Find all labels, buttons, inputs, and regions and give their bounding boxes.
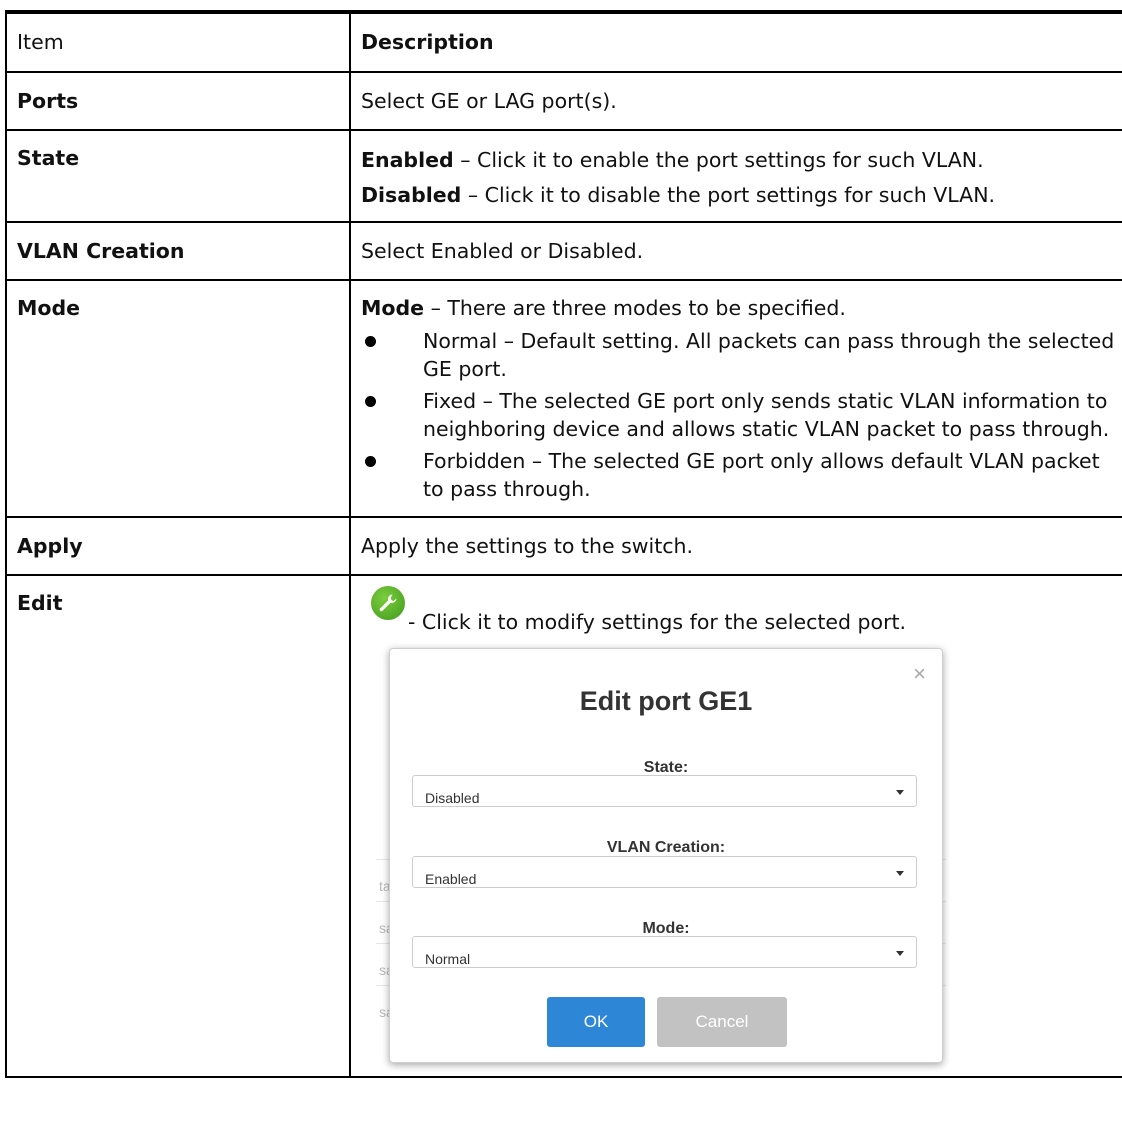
bullet-icon bbox=[365, 396, 376, 407]
table-row-state: State Enabled – Click it to enable the p… bbox=[5, 129, 1122, 223]
vlan-creation-select-value: Enabled bbox=[425, 871, 477, 887]
table-row-mode: Mode Mode – There are three modes to be … bbox=[5, 279, 1122, 518]
mode-select-value: Normal bbox=[425, 951, 471, 967]
list-item: Fixed – The selected GE port only sends … bbox=[361, 387, 1120, 443]
item-vlan-creation: VLAN Creation bbox=[5, 221, 351, 281]
item-apply: Apply bbox=[5, 516, 351, 576]
desc-mode: Mode – There are three modes to be speci… bbox=[349, 279, 1122, 518]
description-table: Item Description Ports Select GE or LAG … bbox=[5, 10, 1122, 1078]
item-state: State bbox=[5, 129, 351, 223]
header-item: Item bbox=[5, 10, 351, 73]
mode-intro: Mode – There are three modes to be speci… bbox=[361, 294, 1120, 323]
mode-bullet-fixed: Fixed – The selected GE port only sends … bbox=[423, 389, 1110, 441]
table-row-edit: Edit - Click it to modify settings for t… bbox=[5, 574, 1122, 1078]
mode-bullet-normal: Normal – Default setting. All packets ca… bbox=[423, 329, 1115, 381]
bullet-icon bbox=[365, 336, 376, 347]
mode-select[interactable]: Normal bbox=[412, 936, 917, 968]
disabled-term: Disabled bbox=[361, 183, 462, 207]
table-row-apply: Apply Apply the settings to the switch. bbox=[5, 516, 1122, 576]
edit-description: - Click it to modify settings for the se… bbox=[408, 610, 907, 634]
desc-ports: Select GE or LAG port(s). bbox=[349, 71, 1122, 131]
desc-vlan-creation: Select Enabled or Disabled. bbox=[349, 221, 1122, 281]
state-select[interactable]: Disabled bbox=[412, 775, 917, 807]
enabled-text: – Click it to enable the port settings f… bbox=[453, 148, 984, 172]
list-item: Normal – Default setting. All packets ca… bbox=[361, 327, 1120, 383]
table-row-vlan-creation: VLAN Creation Select Enabled or Disabled… bbox=[5, 221, 1122, 281]
item-ports: Ports bbox=[5, 71, 351, 131]
bullet-icon bbox=[365, 456, 376, 467]
dialog-title: Edit port GE1 bbox=[579, 686, 753, 716]
chevron-down-icon bbox=[896, 871, 904, 876]
edit-port-dialog: × Edit port GE1 State: Disabled VLAN Cre… bbox=[389, 648, 943, 1063]
chevron-down-icon bbox=[896, 790, 904, 795]
item-edit: Edit bbox=[5, 574, 351, 1078]
mode-bullet-list: Normal – Default setting. All packets ca… bbox=[361, 327, 1120, 503]
state-enabled-line: Enabled – Click it to enable the port se… bbox=[361, 144, 1120, 179]
item-mode: Mode bbox=[5, 279, 351, 518]
close-icon[interactable]: × bbox=[913, 659, 926, 688]
mode-term: Mode bbox=[361, 296, 425, 320]
disabled-text: – Click it to disable the port settings … bbox=[461, 183, 996, 207]
ok-button[interactable]: OK bbox=[547, 997, 645, 1047]
mode-intro-text: – There are three modes to be specified. bbox=[424, 296, 846, 320]
state-disabled-line: Disabled – Click it to disable the port … bbox=[361, 179, 1120, 214]
list-item: Forbidden – The selected GE port only al… bbox=[361, 447, 1120, 503]
table-header-row: Item Description bbox=[5, 10, 1122, 73]
state-select-value: Disabled bbox=[425, 790, 480, 806]
wrench-icon[interactable] bbox=[371, 586, 405, 620]
chevron-down-icon bbox=[896, 951, 904, 956]
header-description: Description bbox=[349, 10, 1122, 73]
desc-apply: Apply the settings to the switch. bbox=[349, 516, 1122, 576]
enabled-term: Enabled bbox=[361, 148, 454, 172]
vlan-creation-select[interactable]: Enabled bbox=[412, 856, 917, 888]
cancel-button[interactable]: Cancel bbox=[657, 997, 787, 1047]
desc-edit: - Click it to modify settings for the se… bbox=[349, 574, 1122, 1078]
table-row-ports: Ports Select GE or LAG port(s). bbox=[5, 71, 1122, 131]
desc-state: Enabled – Click it to enable the port se… bbox=[349, 129, 1122, 223]
mode-bullet-forbidden: Forbidden – The selected GE port only al… bbox=[423, 449, 1100, 501]
